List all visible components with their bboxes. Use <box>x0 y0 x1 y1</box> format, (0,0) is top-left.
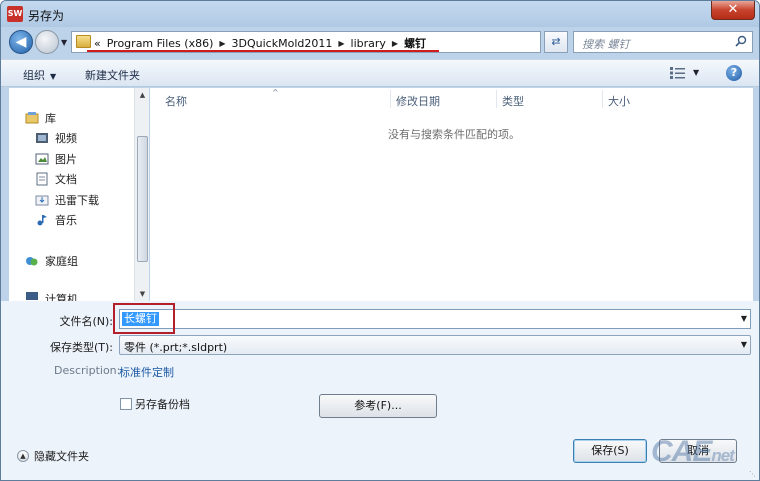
close-button[interactable]: ✕ <box>711 1 755 20</box>
watermark-logo: CAEnet <box>651 435 735 469</box>
empty-results-message: 没有与搜索条件匹配的项。 <box>388 128 520 141</box>
nav-scrollbar[interactable]: ▲ ▼ <box>134 88 149 301</box>
search-icon[interactable] <box>735 35 747 47</box>
sort-caret-icon: ^ <box>272 88 279 97</box>
filename-field[interactable]: 长螺钉 ▼ <box>119 309 751 329</box>
breadcrumb-arrow-icon[interactable]: ▶ <box>392 39 398 48</box>
download-folder-icon <box>35 195 49 206</box>
nav-label: 家庭组 <box>45 255 78 268</box>
nav-item-pictures[interactable]: 图片 <box>35 151 77 167</box>
column-divider[interactable] <box>602 90 603 108</box>
annotation-highlight-box <box>113 303 175 334</box>
watermark-suffix: net <box>711 446 734 465</box>
music-icon <box>37 215 47 226</box>
scroll-up-icon[interactable]: ▲ <box>135 88 150 102</box>
command-toolbar: 组织 ▼ 新建文件夹 ▼ ? <box>1 59 759 87</box>
file-list: ^ 名称 修改日期 类型 大小 没有与搜索条件匹配的项。 <box>150 88 753 301</box>
chevron-down-icon[interactable]: ▼ <box>741 314 747 323</box>
nav-label: 迅雷下载 <box>55 194 99 207</box>
nav-label: 计算机 <box>45 293 78 301</box>
overflow-chevron[interactable]: « <box>94 37 101 50</box>
address-row: ◀ ▼ « Program Files (x86) ▶ 3DQuickMold2… <box>1 27 759 57</box>
chevron-up-icon: ▲ <box>17 450 29 462</box>
filename-label: 文件名(N): <box>59 315 113 328</box>
organize-label: 组织 <box>23 69 45 82</box>
breadcrumb-current[interactable]: 螺钉 <box>404 35 426 51</box>
breadcrumb-item[interactable]: Program Files (x86) <box>107 37 214 50</box>
pictures-icon <box>35 153 49 165</box>
title-bar: SW 另存为 ✕ <box>1 1 759 27</box>
breadcrumb: « Program Files (x86) ▶ 3DQuickMold2011 … <box>94 35 426 51</box>
recent-pages-dropdown[interactable]: ▼ <box>61 38 67 47</box>
column-header-name[interactable]: 名称 <box>165 93 187 109</box>
column-header-date[interactable]: 修改日期 <box>396 93 440 109</box>
hide-folders-label: 隐藏文件夹 <box>34 450 89 463</box>
scrollbar-thumb[interactable] <box>137 136 148 262</box>
solidworks-app-icon: SW <box>7 6 23 22</box>
breadcrumb-arrow-icon[interactable]: ▶ <box>338 39 344 48</box>
nav-label: 视频 <box>55 132 77 145</box>
homegroup-icon <box>26 257 38 266</box>
library-icon <box>25 112 39 124</box>
view-options-icon[interactable] <box>669 66 687 80</box>
column-divider[interactable] <box>496 90 497 108</box>
nav-item-music[interactable]: 音乐 <box>35 212 77 228</box>
refresh-icon: ⇄ <box>551 35 561 48</box>
nav-label: 文档 <box>55 173 77 186</box>
refresh-button[interactable]: ⇄ <box>544 31 568 53</box>
window-title: 另存为 <box>28 9 65 23</box>
backup-checkbox-label[interactable]: 另存备份档 <box>135 396 190 412</box>
nav-item-videos[interactable]: 视频 <box>35 130 77 146</box>
nav-label: 图片 <box>55 153 77 166</box>
chevron-down-icon[interactable]: ▼ <box>741 340 747 349</box>
organize-button[interactable]: 组织 ▼ <box>23 67 56 83</box>
help-icon[interactable]: ? <box>726 65 742 81</box>
column-divider[interactable] <box>390 90 391 108</box>
nav-item-thunder-downloads[interactable]: 迅雷下载 <box>35 192 99 208</box>
file-type-value: 零件 (*.prt;*.sldprt) <box>124 341 228 354</box>
resize-grip-icon[interactable]: ⋱ <box>749 470 759 480</box>
documents-icon <box>36 172 48 186</box>
folder-icon <box>76 35 91 48</box>
nav-label: 库 <box>45 112 56 125</box>
browse-button[interactable]: 参考(F)... <box>319 394 437 418</box>
navigation-pane: 库 视频 图片 文档 迅雷下载 音乐 家庭组 计算机 <box>9 88 149 301</box>
view-dropdown[interactable]: ▼ <box>693 68 699 77</box>
description-label: Description: <box>54 364 121 377</box>
new-folder-button[interactable]: 新建文件夹 <box>85 67 140 83</box>
description-link[interactable]: 标准件定制 <box>119 364 174 380</box>
back-button[interactable]: ◀ <box>9 30 33 54</box>
computer-icon <box>26 292 38 300</box>
nav-item-homegroup[interactable]: 家庭组 <box>25 253 78 269</box>
arrow-left-icon: ◀ <box>15 34 27 50</box>
chevron-down-icon: ▼ <box>50 72 57 81</box>
nav-label: 音乐 <box>55 214 77 227</box>
file-type-select[interactable]: 零件 (*.prt;*.sldprt) ▼ <box>119 335 751 355</box>
file-type-label: 保存类型(T): <box>49 341 113 354</box>
save-form: 文件名(N): 长螺钉 ▼ 保存类型(T): 零件 (*.prt;*.sldpr… <box>1 301 759 480</box>
forward-button[interactable] <box>35 30 59 54</box>
save-button[interactable]: 保存(S) <box>573 439 647 463</box>
nav-item-documents[interactable]: 文档 <box>35 171 77 187</box>
breadcrumb-item[interactable]: 3DQuickMold2011 <box>232 37 333 50</box>
column-header-size[interactable]: 大小 <box>608 93 630 109</box>
breadcrumb-arrow-icon[interactable]: ▶ <box>219 39 225 48</box>
column-header-type[interactable]: 类型 <box>502 93 524 109</box>
nav-item-computer[interactable]: 计算机 <box>25 291 78 301</box>
breadcrumb-item[interactable]: library <box>351 37 386 50</box>
backup-checkbox[interactable] <box>120 398 132 410</box>
search-input[interactable]: 搜索 螺钉 <box>573 31 753 53</box>
hide-folders-toggle[interactable]: ▲ 隐藏文件夹 <box>17 448 89 464</box>
video-icon <box>36 133 48 143</box>
watermark-main: CAE <box>651 435 712 468</box>
nav-item-library[interactable]: 库 <box>25 110 56 126</box>
search-placeholder: 搜索 螺钉 <box>582 38 630 51</box>
scroll-down-icon[interactable]: ▼ <box>135 287 150 301</box>
save-as-dialog: SW 另存为 ✕ ◀ ▼ « Program Files (x86) ▶ 3DQ… <box>0 0 760 481</box>
annotation-underline <box>87 50 439 52</box>
